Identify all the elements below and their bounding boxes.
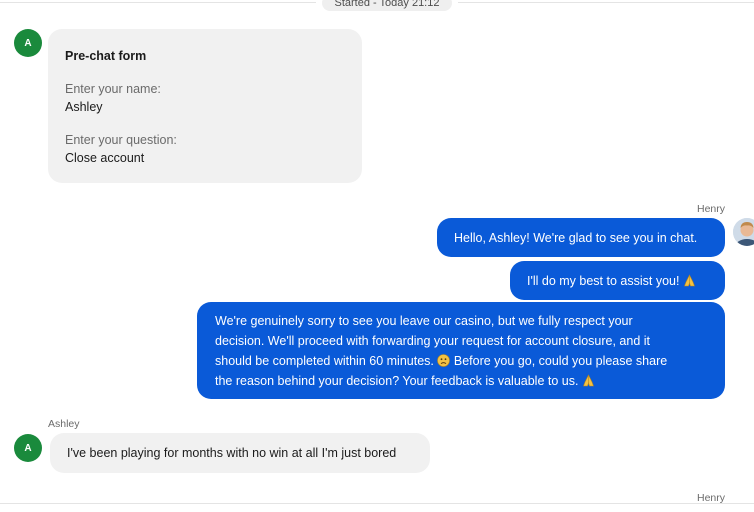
agent-message-3: We're genuinely sorry to see you leave o… bbox=[197, 302, 725, 399]
prechat-form-title: Pre-chat form bbox=[65, 49, 147, 63]
agent-name-label-next: Henry bbox=[696, 492, 725, 504]
agent-message-3-line-4: the reason behind your decision? Your fe… bbox=[215, 371, 707, 391]
agent-message-3-line-2: decision. We'll proceed with forwarding … bbox=[215, 334, 651, 348]
agent-message-3-line-3: should be completed within 60 minutes. B… bbox=[215, 351, 707, 371]
agent-name-label: Henry bbox=[696, 203, 725, 215]
agent-message-2-text: I'll do my best to assist you! bbox=[527, 274, 680, 288]
folded-hands-icon bbox=[583, 374, 594, 387]
agent-message-2: I'll do my best to assist you! bbox=[510, 261, 725, 300]
divider-bottom bbox=[0, 503, 754, 504]
question-value: Close account bbox=[65, 151, 145, 165]
question-label: Enter your question: bbox=[65, 133, 177, 147]
prechat-form-card: Pre-chat form Enter your name: Ashley En… bbox=[48, 29, 362, 183]
sad-face-icon bbox=[437, 354, 451, 367]
agent-avatar bbox=[733, 218, 754, 246]
customer-name-label: Ashley bbox=[48, 418, 80, 430]
customer-avatar: A bbox=[14, 434, 42, 462]
customer-message-1: I've been playing for months with no win… bbox=[50, 433, 430, 473]
agent-message-1-text: Hello, Ashley! We're glad to see you in … bbox=[454, 231, 698, 245]
agent-message-3-line-4-text: the reason behind your decision? Your fe… bbox=[215, 374, 579, 388]
name-label: Enter your name: bbox=[65, 82, 161, 96]
name-value: Ashley bbox=[65, 100, 103, 114]
customer-avatar-initial: A bbox=[24, 442, 32, 454]
folded-hands-icon bbox=[684, 274, 695, 287]
agent-message-3-line-3b-text: Before you go, could you please share bbox=[453, 354, 668, 368]
agent-message-3-line-1: We're genuinely sorry to see you leave o… bbox=[215, 314, 633, 328]
agent-message-3-line-3-text: should be completed within 60 minutes. bbox=[215, 354, 434, 368]
divider-right bbox=[458, 2, 754, 3]
agent-message-1: Hello, Ashley! We're glad to see you in … bbox=[437, 218, 725, 257]
customer-avatar-initial: A bbox=[24, 37, 32, 49]
customer-message-1-text: I've been playing for months with no win… bbox=[67, 446, 397, 460]
chat-transcript: Started - Today 21:12 A Pre-chat form En… bbox=[0, 0, 754, 512]
agent-photo-icon bbox=[733, 218, 754, 246]
session-started-label: Started - Today 21:12 bbox=[322, 0, 452, 11]
divider-left bbox=[0, 2, 316, 3]
customer-avatar: A bbox=[14, 29, 42, 57]
